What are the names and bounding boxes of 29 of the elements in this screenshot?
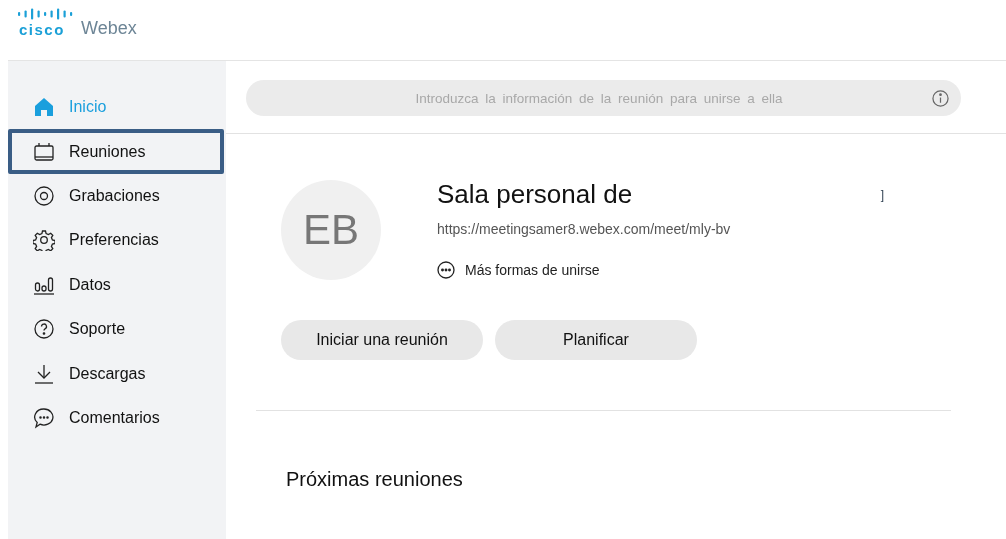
product-name: Webex: [81, 19, 137, 37]
search-bar[interactable]: Introduzca la información de la reunión para unirse a ella: [246, 80, 961, 116]
help-icon: [33, 318, 55, 341]
action-button[interactable]: Iniciar una reunión: [281, 320, 483, 360]
section-heading: Próximas reuniones: [286, 468, 464, 491]
sidebar-item[interactable]: Comentarios: [8, 395, 226, 441]
settings-icon: [33, 229, 55, 252]
more-ways-link[interactable]: Más formas de unirse: [437, 261, 600, 279]
info-icon[interactable]: [932, 89, 949, 107]
sidebar-item[interactable]: Datos: [8, 262, 226, 307]
calendar-icon: [33, 140, 55, 163]
download-icon: [33, 362, 55, 385]
brand-name: cisco: [18, 22, 65, 37]
sidebar-item[interactable]: Soporte: [8, 306, 226, 352]
text-fragment: ]: [880, 187, 884, 202]
chat-bubble-icon: [33, 406, 55, 429]
sidebar-item[interactable]: Preferencias: [8, 218, 226, 263]
room-url: https://meetingsamer8.webex.com/meet/mly-bv: [437, 221, 731, 237]
bridge-icon: [16, 8, 74, 20]
home-icon: [33, 96, 55, 119]
sidebar-item[interactable]: Descargas: [8, 351, 226, 396]
record-icon: [33, 184, 55, 207]
room-title: Sala personal de: [437, 179, 633, 210]
search-field[interactable]: Introduzca la información de la reunión para unirse a ella: [266, 89, 932, 107]
action-button[interactable]: Planificar: [495, 320, 697, 360]
sidebar-item[interactable]: Grabaciones: [8, 173, 226, 219]
sidebar-item[interactable]: Reuniones: [8, 129, 224, 174]
avatar: EB: [281, 180, 381, 280]
more-icon: [437, 261, 455, 279]
